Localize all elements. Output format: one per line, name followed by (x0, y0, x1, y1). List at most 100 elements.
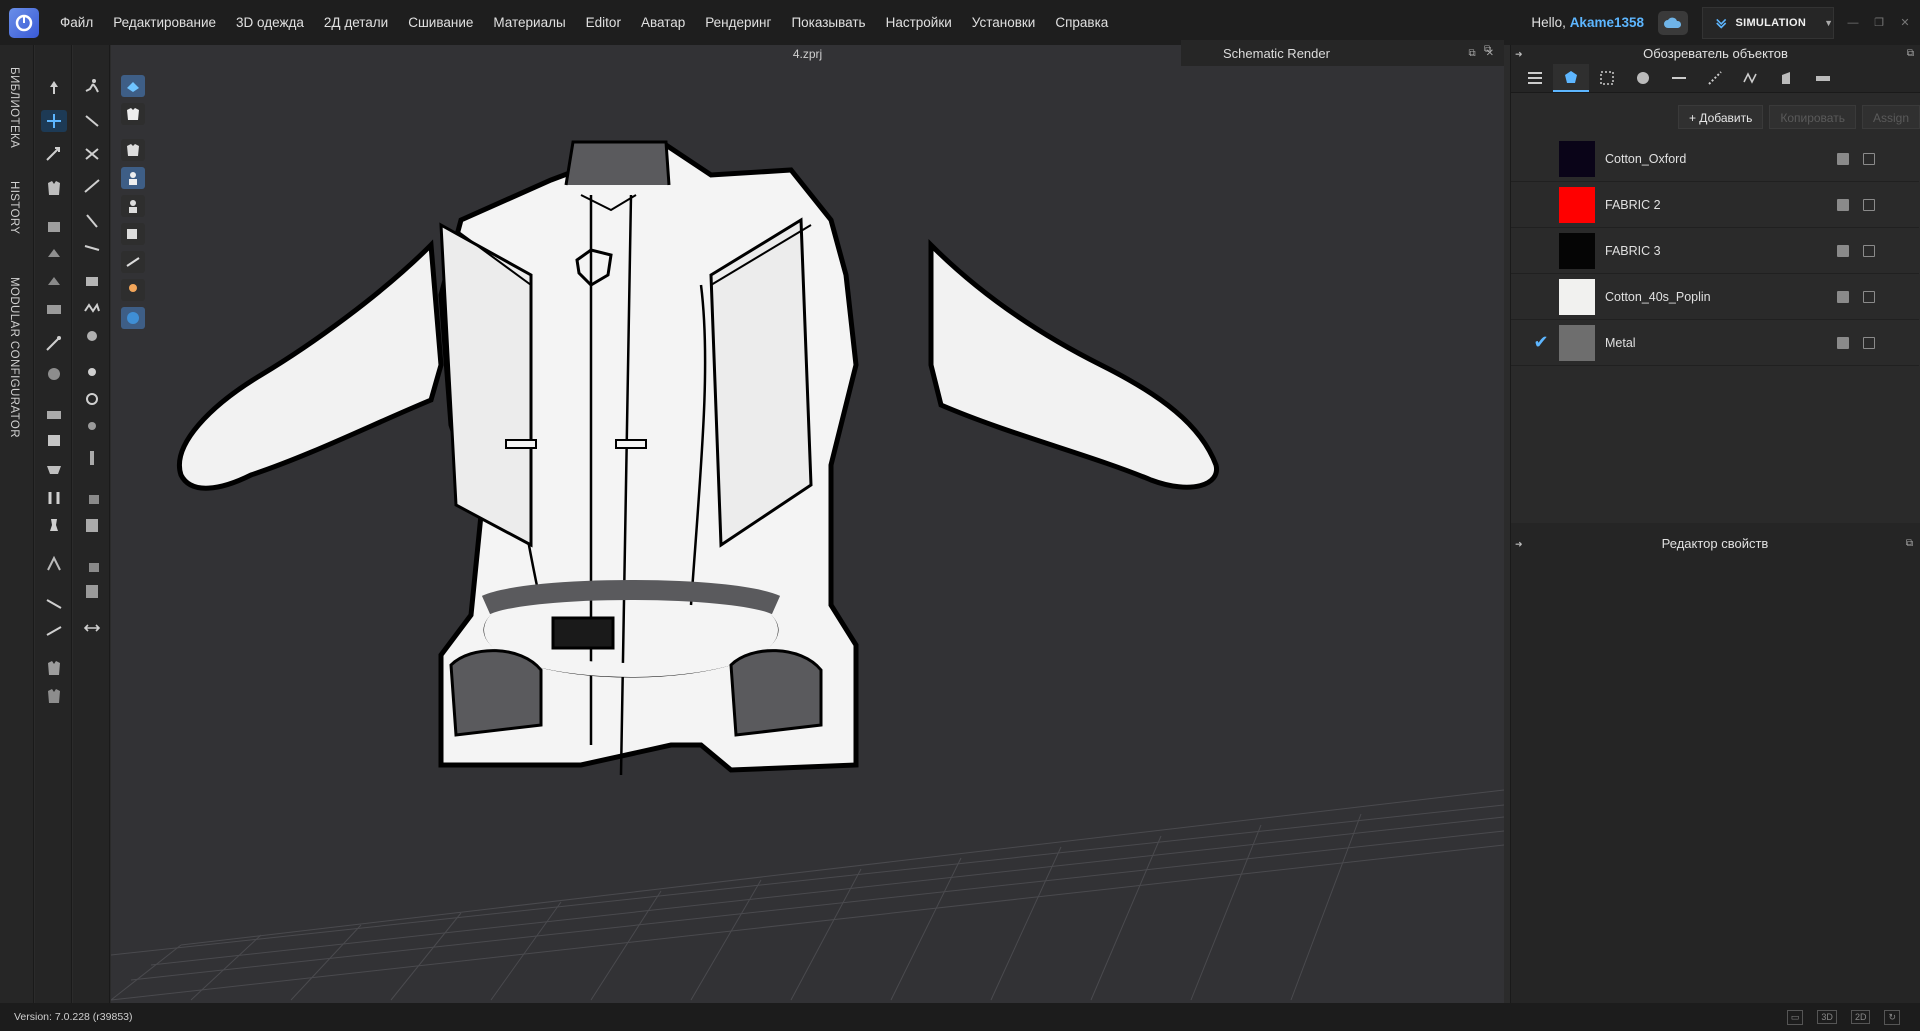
tab-trim-icon[interactable] (1769, 64, 1805, 92)
topstitch-tool-icon[interactable] (79, 415, 105, 437)
layout-single-icon[interactable]: ▭ (1786, 1009, 1804, 1025)
tab-measure-icon[interactable] (1805, 64, 1841, 92)
menu-edit[interactable]: Редактирование (103, 0, 226, 45)
copy-fabric-button[interactable]: Копировать (1769, 105, 1856, 129)
fabric-row[interactable]: FABRIC 3 (1511, 228, 1919, 274)
seam-line-icon[interactable] (79, 237, 105, 259)
segment-sewing-icon[interactable] (41, 593, 67, 615)
username[interactable]: Akame1358 (1570, 15, 1644, 30)
line-tool-icon[interactable] (79, 175, 105, 197)
tack-tool-icon[interactable] (41, 270, 67, 292)
select-mesh-icon[interactable] (41, 143, 67, 165)
fabric-row[interactable]: ✔ Metal (1511, 320, 1919, 366)
tab-texture-icon[interactable] (1589, 64, 1625, 92)
close-icon[interactable]: ✕ (1894, 12, 1916, 34)
view-3d-icon[interactable] (121, 75, 145, 97)
add-fabric-button[interactable]: + Добавить (1677, 105, 1764, 129)
show-avatar-icon[interactable] (121, 167, 145, 189)
expand-icon[interactable]: ⧉ (1484, 44, 1491, 55)
fabric-delete-icon[interactable] (1863, 336, 1875, 349)
schematic-render-tab[interactable]: Schematic Render ⧉ ✕ (1181, 40, 1504, 66)
fabric-apply-icon[interactable] (1837, 152, 1849, 165)
show-layers-icon[interactable] (121, 223, 145, 245)
transform-tool-icon[interactable] (41, 110, 67, 132)
avatar-tool-icon[interactable] (41, 363, 67, 385)
tab-button-icon[interactable] (1625, 64, 1661, 92)
texture-tool-icon[interactable] (79, 298, 105, 320)
restore-icon[interactable]: ❐ (1868, 12, 1890, 34)
menu-settings[interactable]: Настройки (876, 0, 962, 45)
fabric-apply-icon[interactable] (1837, 290, 1849, 303)
menu-preferences[interactable]: Установки (962, 0, 1046, 45)
pin-icon[interactable]: ⧉ (1468, 48, 1475, 59)
menu-avatar[interactable]: Аватар (631, 0, 695, 45)
show-skeleton-icon[interactable] (121, 195, 145, 217)
fabric-delete-icon[interactable] (1863, 244, 1875, 257)
show-skin-icon[interactable] (121, 279, 145, 301)
tab-list-icon[interactable] (1517, 64, 1553, 92)
garment-tool-icon[interactable] (41, 177, 67, 199)
puckering-tool-icon[interactable] (79, 325, 105, 347)
minimize-icon[interactable]: — (1842, 12, 1864, 34)
popout-icon[interactable]: ⧉ (1906, 533, 1913, 555)
menu-sewing[interactable]: Сшивание (398, 0, 483, 45)
pattern-shirt-icon[interactable] (41, 657, 67, 679)
tab-library[interactable]: БИБЛИОТЕКА (8, 67, 20, 148)
button-tool-icon[interactable] (79, 361, 105, 383)
fabric-apply-icon[interactable] (1837, 198, 1849, 211)
fabric-delete-icon[interactable] (1863, 290, 1875, 303)
free-sewing-icon[interactable] (41, 620, 67, 642)
fabric-row[interactable]: Cotton_40s_Poplin (1511, 274, 1919, 320)
3d-viewport[interactable]: 4.zprj (111, 45, 1504, 1003)
menu-display[interactable]: Показывать (781, 0, 875, 45)
tab-buttonhole-icon[interactable] (1661, 64, 1697, 92)
panel-tool-icon[interactable] (79, 580, 105, 602)
menu-editor[interactable]: Editor (576, 0, 631, 45)
show-garment-icon[interactable] (121, 139, 145, 161)
show-environment-icon[interactable] (121, 307, 145, 329)
app-logo-icon[interactable] (9, 7, 39, 38)
check-icon[interactable]: ✔ (1523, 332, 1559, 353)
fold-tool-icon[interactable] (41, 242, 67, 264)
tab-history[interactable]: HISTORY (8, 181, 20, 235)
view-2d-button[interactable]: 2D (1850, 1010, 1871, 1024)
menu-help[interactable]: Справка (1045, 0, 1118, 45)
internal-line-icon[interactable] (79, 210, 105, 232)
garment-render[interactable] (111, 45, 1504, 1003)
pleat-tool-icon[interactable] (41, 457, 67, 479)
cut-tool-icon[interactable] (79, 143, 105, 165)
distribute-tool-icon[interactable] (79, 617, 105, 639)
collapse-arrow-icon[interactable]: ➜ (1515, 533, 1523, 555)
edit-pattern-icon[interactable] (79, 110, 105, 132)
tab-fabric-icon[interactable] (1553, 63, 1589, 92)
fabric-tool-icon[interactable] (41, 429, 67, 451)
block-tool-icon[interactable] (79, 514, 105, 536)
arrangement-tool-icon[interactable] (41, 298, 67, 320)
menu-render[interactable]: Рендеринг (695, 0, 781, 45)
refresh-icon[interactable]: ↻ (1884, 1009, 1900, 1025)
menu-materials[interactable]: Материалы (483, 0, 575, 45)
fabric-delete-icon[interactable] (1863, 198, 1875, 211)
sheet-tool-icon[interactable] (79, 555, 105, 577)
trim-shape-icon[interactable] (79, 487, 105, 509)
fabric-apply-icon[interactable] (1837, 336, 1849, 349)
measure-tool-icon[interactable] (41, 333, 67, 355)
show-wireframe-icon[interactable] (121, 251, 145, 273)
mannequin-icon[interactable] (41, 514, 67, 536)
pin-tool-icon[interactable] (41, 215, 67, 237)
graphic-tool-icon[interactable] (79, 270, 105, 292)
menu-2d-pattern[interactable]: 2Д детали (314, 0, 398, 45)
trim-tool-icon[interactable] (41, 487, 67, 509)
move-tool-icon[interactable] (41, 77, 67, 99)
view-3d-button[interactable]: 3D (1817, 1010, 1837, 1024)
popout-icon[interactable]: ⧉ (1907, 45, 1914, 63)
buttonhole-tool-icon[interactable] (79, 388, 105, 410)
tab-puckering-icon[interactable] (1733, 64, 1769, 92)
sewing-tool-icon[interactable] (41, 553, 67, 575)
mode-selector[interactable]: SIMULATION ▼ (1702, 6, 1834, 39)
chevron-down-icon[interactable]: ▼ (1824, 18, 1833, 28)
view-shirt-icon[interactable] (121, 103, 145, 125)
tab-modular-configurator[interactable]: MODULAR CONFIGURATOR (8, 277, 20, 438)
fabric-apply-icon[interactable] (1837, 244, 1849, 257)
fabric-row[interactable]: Cotton_Oxford (1511, 136, 1919, 182)
